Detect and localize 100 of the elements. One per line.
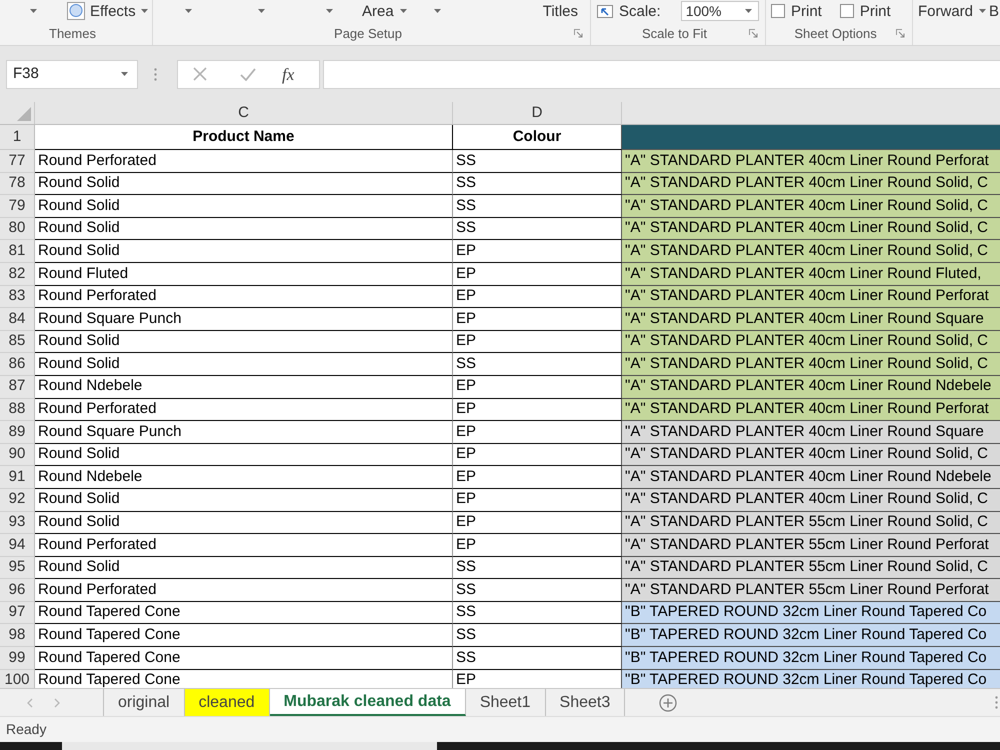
table-cell: Round Perforated xyxy=(35,579,453,602)
row-number[interactable]: 1 xyxy=(0,125,35,150)
table-cell: Round Square Punch xyxy=(35,421,453,444)
dialog-launcher-icon[interactable] xyxy=(749,29,758,38)
row-number[interactable]: 96 xyxy=(0,579,35,602)
row-number[interactable]: 79 xyxy=(0,195,35,218)
row-number[interactable]: 89 xyxy=(0,421,35,444)
caret-icon xyxy=(258,9,265,13)
row-number[interactable]: 86 xyxy=(0,353,35,376)
caret-icon xyxy=(30,9,37,13)
table-cell: "B" TAPERED ROUND 32cm Liner Round Tapered Co xyxy=(622,670,1000,688)
table-cell: "B" TAPERED ROUND 32cm Liner Round Tapered Co xyxy=(622,602,1000,624)
dialog-launcher-icon[interactable] xyxy=(896,29,906,38)
row-number[interactable]: 99 xyxy=(0,647,35,670)
table-cell: "A" STANDARD PLANTER 40cm Liner Round Fluted, xyxy=(622,262,1000,286)
table-cell: "A" STANDARD PLANTER 40cm Liner Round Ndebele xyxy=(622,466,1000,489)
cancel-button[interactable] xyxy=(192,66,208,82)
scroll-right-button[interactable] xyxy=(52,696,62,708)
table-cell: Round Tapered Cone xyxy=(35,602,453,624)
resize-icon xyxy=(597,4,613,18)
row-number[interactable]: 87 xyxy=(0,376,35,399)
row-number[interactable]: 94 xyxy=(0,534,35,557)
row-number[interactable]: 97 xyxy=(0,602,35,624)
table-cell: Round Solid xyxy=(35,444,453,466)
table-cell: "A" STANDARD PLANTER 40cm Liner Round Perforat xyxy=(622,398,1000,422)
table-cell: "A" STANDARD PLANTER 40cm Liner Round Solid, C xyxy=(622,330,1000,354)
table-cell: "A" STANDARD PLANTER 55cm Liner Round Perforat xyxy=(622,579,1000,602)
group-label: Themes xyxy=(49,24,96,43)
table-cell: Round Solid xyxy=(35,353,453,376)
check-icon xyxy=(240,68,256,80)
table-cell: "A" STANDARD PLANTER 40cm Liner Round Solid, C xyxy=(622,218,1000,240)
group-label: Page Setup xyxy=(334,24,402,43)
row-number[interactable]: 85 xyxy=(0,330,35,354)
table-cell: Round Solid xyxy=(35,556,453,580)
table-cell: Round Solid xyxy=(35,195,453,218)
caret-icon xyxy=(326,9,333,13)
table-cell: "A" STANDARD PLANTER 40cm Liner Round Solid, C xyxy=(622,195,1000,218)
table-cell: "A" STANDARD PLANTER 55cm Liner Round Perforat xyxy=(622,534,1000,557)
row-number[interactable]: 77 xyxy=(0,150,35,173)
table-cell: "A" STANDARD PLANTER 40cm Liner Round Solid, C xyxy=(622,172,1000,196)
caret-icon xyxy=(185,9,192,13)
checkbox[interactable] xyxy=(840,4,854,18)
table-cell: "A" STANDARD PLANTER 40cm Liner Round Solid, C xyxy=(622,240,1000,263)
row-number[interactable]: 88 xyxy=(0,398,35,422)
select-all-icon[interactable] xyxy=(17,107,31,121)
row-number[interactable]: 83 xyxy=(0,286,35,308)
checkbox-label: Print xyxy=(791,4,822,18)
enter-button[interactable] xyxy=(240,66,256,82)
table-cell: "A" STANDARD PLANTER 40cm Liner Round Perforat xyxy=(622,286,1000,308)
column-header[interactable]: C xyxy=(35,102,453,124)
menu-button[interactable]: Effects xyxy=(67,2,148,20)
row-number[interactable]: 84 xyxy=(0,308,35,331)
name-box[interactable]: F38 xyxy=(6,60,138,88)
row-number[interactable]: 80 xyxy=(0,218,35,240)
caret-icon xyxy=(121,72,128,76)
caret-icon xyxy=(434,9,441,13)
menu-button[interactable]: Forward xyxy=(918,4,986,18)
table-cell: Round Solid xyxy=(35,172,453,196)
table-cell: Round Solid xyxy=(35,240,453,263)
table-cell: Round Solid xyxy=(35,330,453,354)
field-label: Scale: xyxy=(619,4,661,18)
add-sheet-button[interactable] xyxy=(659,694,678,712)
table-cell: "A" STANDARD PLANTER 40cm Liner Round Solid, C xyxy=(622,488,1000,512)
row-number[interactable]: 98 xyxy=(0,624,35,648)
table-cell: "A" STANDARD PLANTER 40cm Liner Round Square xyxy=(622,421,1000,444)
scale-field[interactable]: 100% xyxy=(680,1,759,21)
row-number[interactable]: 90 xyxy=(0,444,35,466)
vertical-dots-icon xyxy=(995,696,998,709)
row-number[interactable]: 81 xyxy=(0,240,35,263)
row-number[interactable]: 100 xyxy=(0,670,35,688)
row-number[interactable]: 82 xyxy=(0,262,35,286)
row-number[interactable]: 95 xyxy=(0,556,35,580)
table-cell: "B" TAPERED ROUND 32cm Liner Round Tapered Co xyxy=(622,624,1000,648)
status-text: Ready xyxy=(5,720,46,739)
row-number[interactable]: 91 xyxy=(0,466,35,489)
table-cell: Round Perforated xyxy=(35,150,453,173)
ribbon-button[interactable]: Titles xyxy=(542,4,578,18)
formula-input[interactable] xyxy=(323,60,1000,88)
checkbox[interactable] xyxy=(771,4,785,18)
table-cell: "A" STANDARD PLANTER 40cm Liner Round Perforat xyxy=(622,150,1000,173)
menu-button[interactable]: Area xyxy=(362,4,407,18)
group-label: Sheet Options xyxy=(794,24,877,43)
header-cell: Product Name xyxy=(35,125,453,150)
sheet-tab[interactable]: Mubarak cleaned data xyxy=(270,689,466,716)
table-cell: "A" STANDARD PLANTER 40cm Liner Round Ndebele xyxy=(622,376,1000,399)
scroll-left-button[interactable] xyxy=(25,696,35,708)
column-header[interactable]: D xyxy=(453,102,622,124)
table-cell: Round Perforated xyxy=(35,398,453,422)
table-cell: Round Solid xyxy=(35,512,453,534)
caret-icon xyxy=(140,9,148,13)
sheet-tab[interactable]: cleaned xyxy=(184,689,270,716)
table-cell: Round Ndebele xyxy=(35,376,453,399)
caret-icon xyxy=(744,9,752,13)
ribbon-button[interactable]: B xyxy=(989,4,1000,18)
row-number[interactable]: 92 xyxy=(0,488,35,512)
row-number[interactable]: 93 xyxy=(0,512,35,534)
dialog-launcher-icon[interactable] xyxy=(574,29,584,38)
insert-function-button[interactable]: fx xyxy=(282,66,294,82)
table-cell: "A" STANDARD PLANTER 40cm Liner Round Solid, C xyxy=(622,353,1000,376)
row-number[interactable]: 78 xyxy=(0,172,35,196)
